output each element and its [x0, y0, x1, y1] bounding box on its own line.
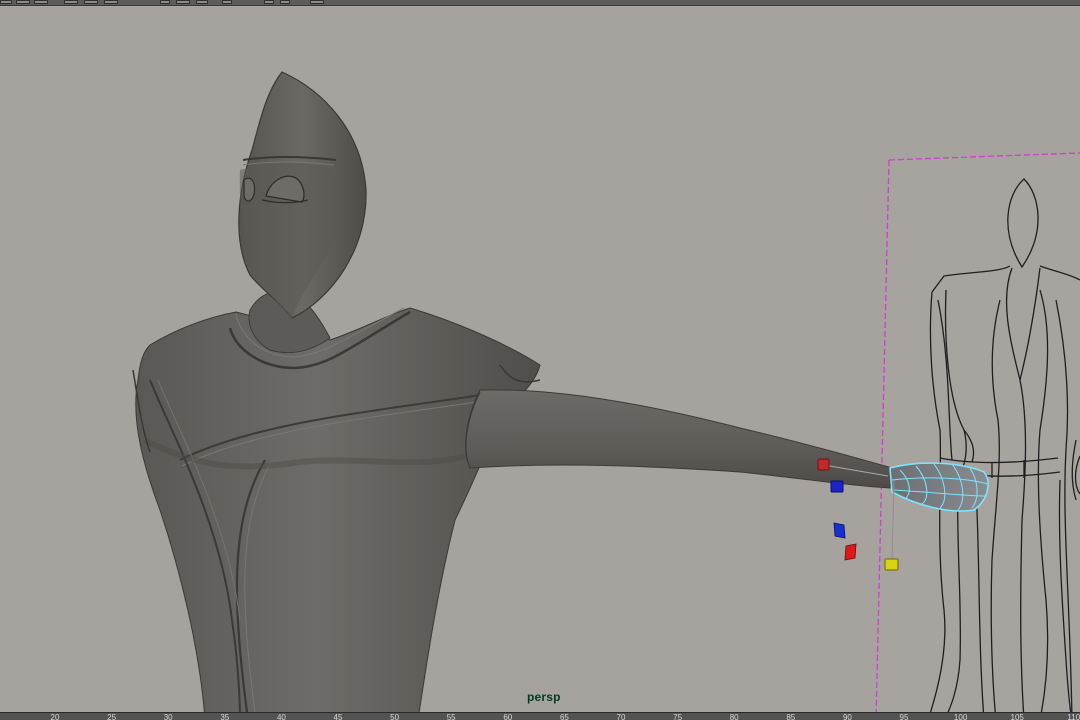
- timeline-tick-label: 50: [390, 713, 400, 720]
- locator-red-cube: [817, 458, 830, 471]
- render-settings-icon[interactable]: [280, 0, 290, 4]
- timeline-tick-label: 45: [333, 713, 343, 720]
- timeline-tick-label: 75: [673, 713, 683, 720]
- scale-icon[interactable]: [104, 0, 118, 4]
- maya-window: persp 20 25 30 35 40 45 50 55 60 65 70 75 80 85 90 95 10…: [0, 0, 1080, 720]
- render-icon[interactable]: [222, 0, 232, 4]
- timeline-tick-label: 20: [50, 713, 60, 720]
- timeline-tick-label: 40: [276, 713, 286, 720]
- timeline-tick-label: 100: [953, 713, 968, 720]
- locator-blue-cube: [830, 480, 844, 493]
- snap-point-icon[interactable]: [196, 0, 208, 4]
- timeline-tick-label: 25: [107, 713, 117, 720]
- time-slider[interactable]: 20 25 30 35 40 45 50 55 60 65 70 75 80 85 90 95 100 105 11…: [0, 712, 1080, 720]
- timeline-tick-label: 110: [1067, 713, 1080, 720]
- snap-grid-icon[interactable]: [160, 0, 170, 4]
- timeline-tick-label: 35: [220, 713, 230, 720]
- paint-select-icon[interactable]: [34, 0, 48, 4]
- timeline-tick-label: 55: [446, 713, 456, 720]
- move-icon[interactable]: [64, 0, 78, 4]
- ipr-render-icon[interactable]: [264, 0, 274, 4]
- timeline-tick-label: 70: [616, 713, 626, 720]
- pole-vector-blue: [833, 522, 846, 539]
- timeline-tick-label: 85: [786, 713, 796, 720]
- timeline-tick-label: 30: [163, 713, 173, 720]
- select-icon[interactable]: [0, 0, 12, 4]
- show-hide-panel-icon[interactable]: [310, 0, 324, 4]
- rotate-icon[interactable]: [84, 0, 98, 4]
- timeline-tick-label: 105: [1010, 713, 1024, 720]
- snap-curve-icon[interactable]: [176, 0, 190, 4]
- viewport-scene[interactable]: [0, 6, 1080, 712]
- camera-name-label: persp: [527, 690, 561, 704]
- lasso-icon[interactable]: [16, 0, 30, 4]
- timeline-tick-label: 90: [842, 713, 852, 720]
- timeline-tick-label: 60: [503, 713, 513, 720]
- image-plane[interactable]: [875, 152, 1080, 712]
- perspective-viewport[interactable]: persp: [0, 6, 1080, 712]
- timeline-tick-label: 95: [899, 713, 909, 720]
- locator-yellow-cube: [884, 558, 899, 571]
- timeline-tick-label: 65: [559, 713, 569, 720]
- pole-vector-red: [844, 543, 857, 561]
- timeline-tick-label: 80: [729, 713, 739, 720]
